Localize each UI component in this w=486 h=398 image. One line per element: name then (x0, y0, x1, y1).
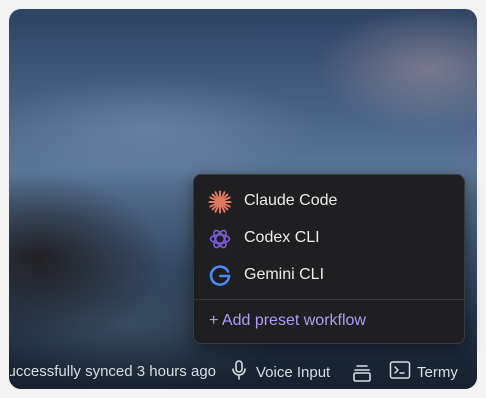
menu-item-codex-cli[interactable]: Codex CLI (194, 221, 464, 255)
menu-item-label: Codex CLI (244, 229, 320, 246)
menu-item-label: Claude Code (244, 192, 338, 209)
stack-button[interactable] (351, 362, 373, 384)
microphone-icon (231, 360, 247, 384)
voice-input-button[interactable]: Voice Input (231, 360, 330, 384)
google-g-icon (208, 264, 232, 288)
stack-icon (351, 365, 373, 388)
claude-sunburst-icon (208, 190, 232, 214)
preset-workflow-menu: Claude Code Codex CLI Gemini CLI + Add p… (193, 174, 465, 344)
menu-item-gemini-cli[interactable]: Gemini CLI (194, 258, 464, 292)
terminal-button[interactable]: Termy (389, 360, 458, 384)
menu-item-label: Gemini CLI (244, 266, 325, 283)
menu-divider (194, 299, 464, 300)
sync-status-text: Successfully synced 3 hours ago (10, 363, 216, 380)
openai-knot-icon (208, 227, 232, 251)
add-preset-workflow-link[interactable]: + Add preset workflow (209, 312, 366, 330)
voice-input-label: Voice Input (256, 363, 331, 381)
terminal-label: Termy (417, 363, 458, 381)
status-bar: Successfully synced 3 hours ago Voice In… (9, 360, 477, 384)
menu-item-claude-code[interactable]: Claude Code (194, 184, 464, 218)
terminal-icon (389, 360, 411, 384)
